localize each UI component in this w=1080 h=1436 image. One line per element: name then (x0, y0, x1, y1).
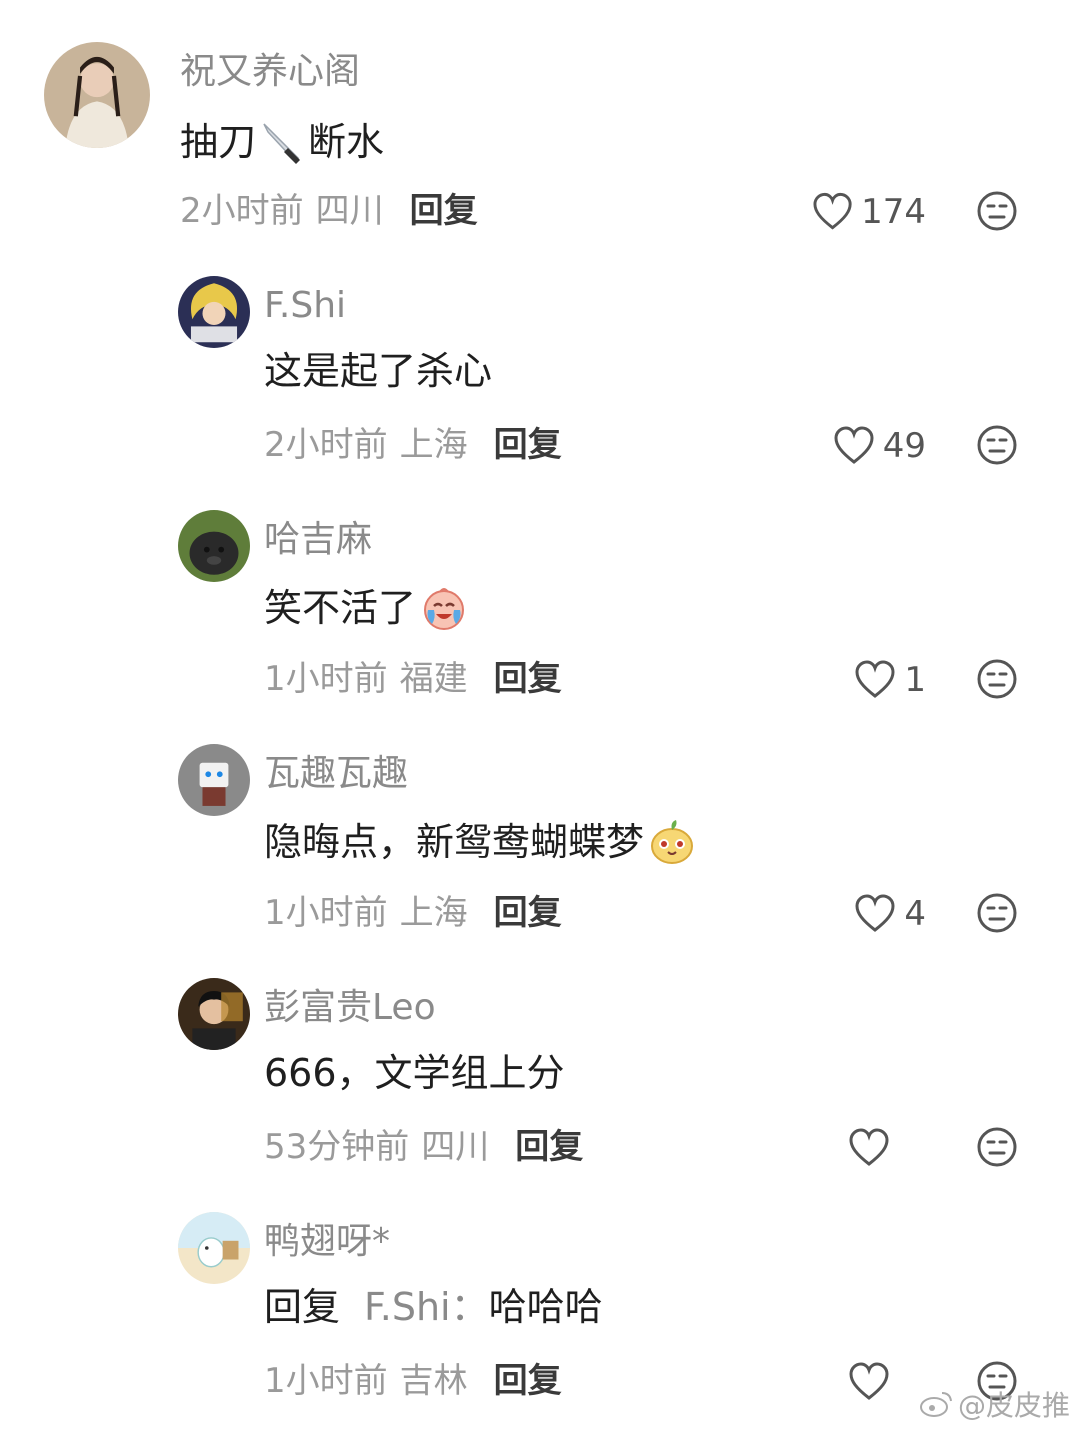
watermark-text: @皮皮推 (957, 1389, 1070, 1422)
like-count: 1 (904, 660, 926, 700)
comment-text: 666，文学组上分 (264, 1054, 565, 1092)
timestamp: 53分钟前 (264, 1127, 410, 1167)
like-button[interactable]: 174 (812, 190, 926, 234)
reply-button[interactable]: 回复 (494, 1364, 562, 1398)
comment-meta: 1小时前 福建 回复 (264, 662, 562, 696)
watermark: @皮皮推 (918, 1384, 1070, 1424)
comment-meta: 2小时前 上海 回复 (264, 428, 562, 462)
reply-prefix: 回复 (264, 1285, 341, 1329)
neutral-face-icon[interactable] (976, 190, 1018, 232)
avatar[interactable] (178, 276, 250, 348)
comment-meta: 1小时前 吉林 回复 (264, 1364, 562, 1398)
heart-outline-icon (849, 1128, 889, 1166)
like-button[interactable]: 1 (812, 658, 926, 702)
location: 上海 (399, 893, 468, 933)
comment-text-part: 断水 (308, 120, 385, 164)
like-button[interactable] (812, 1360, 898, 1404)
weibo-logo-icon (919, 1392, 952, 1417)
heart-outline-icon (813, 192, 852, 230)
comment-text-part: 抽刀 (180, 120, 257, 164)
neutral-face-icon[interactable] (976, 658, 1018, 700)
comment-text: 笑不活了 (264, 584, 468, 632)
username[interactable]: 瓦趣瓦趣 (264, 756, 408, 792)
comment-text-part: 隐晦点，新鸳鸯蝴蝶梦 (264, 820, 645, 864)
reply-button[interactable]: 回复 (410, 194, 478, 228)
reply-button[interactable]: 回复 (494, 896, 562, 930)
like-button[interactable] (812, 1126, 898, 1170)
avatar[interactable] (44, 42, 150, 148)
comment-text-part: 666，文学组上分 (264, 1051, 565, 1095)
timestamp: 1小时前 (264, 1361, 388, 1401)
comment-meta: 1小时前 上海 回复 (264, 896, 562, 930)
username[interactable]: 哈吉麻 (264, 522, 372, 558)
laugh-cry-emoji (420, 584, 468, 632)
heart-outline-icon (849, 1362, 889, 1400)
comment-meta: 2小时前 四川 回复 (180, 194, 478, 228)
username[interactable]: 彭富贵Leo (264, 990, 436, 1026)
location: 福建 (399, 659, 468, 699)
knife-emoji (258, 118, 306, 166)
like-count: 49 (882, 426, 926, 466)
comment-text-part: 哈哈哈 (488, 1285, 603, 1329)
neutral-face-icon[interactable] (976, 892, 1018, 934)
comment-meta: 53分钟前 四川 回复 (264, 1130, 583, 1164)
comment-text: 隐晦点，新鸳鸯蝴蝶梦 (264, 818, 696, 866)
sly-face-emoji (648, 818, 696, 866)
timestamp: 1小时前 (264, 659, 388, 699)
location: 四川 (421, 1127, 490, 1167)
timestamp: 2小时前 (264, 425, 388, 465)
like-button[interactable]: 4 (812, 892, 926, 936)
like-count: 4 (904, 894, 926, 934)
username[interactable]: F.Shi (264, 288, 346, 324)
location: 上海 (399, 425, 468, 465)
location: 四川 (315, 191, 384, 231)
timestamp: 1小时前 (264, 893, 388, 933)
heart-outline-icon (855, 894, 895, 932)
reply-button[interactable]: 回复 (494, 662, 562, 696)
like-count: 174 (861, 192, 926, 232)
comment-text: 这是起了杀心 (264, 352, 492, 390)
like-button[interactable]: 49 (812, 424, 926, 468)
comment-text-part: 笑不活了 (264, 586, 417, 630)
avatar[interactable] (178, 510, 250, 582)
avatar[interactable] (178, 744, 250, 816)
timestamp: 2小时前 (180, 191, 304, 231)
username[interactable]: 祝又养心阁 (180, 54, 360, 90)
comment-text: 回复 F.Shi： 哈哈哈 (264, 1288, 603, 1326)
avatar[interactable] (178, 978, 250, 1050)
comment-text: 抽刀 断水 (180, 118, 384, 166)
location: 吉林 (399, 1361, 468, 1401)
heart-outline-icon (834, 426, 874, 464)
username[interactable]: 鸭翅呀* (264, 1224, 390, 1260)
reply-button[interactable]: 回复 (515, 1130, 583, 1164)
avatar[interactable] (178, 1212, 250, 1284)
neutral-face-icon[interactable] (976, 1126, 1018, 1168)
heart-outline-icon (855, 660, 895, 698)
comment-text-part: 这是起了杀心 (264, 349, 493, 393)
neutral-face-icon[interactable] (976, 424, 1018, 466)
reply-button[interactable]: 回复 (494, 428, 562, 462)
reply-target-username[interactable]: F.Shi： (364, 1288, 489, 1326)
